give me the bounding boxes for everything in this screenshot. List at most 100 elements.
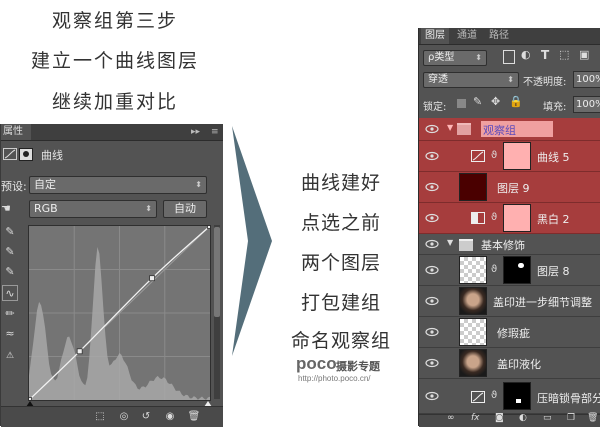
clipping-warning-icon[interactable]: ⚠ [2,348,18,364]
eyedropper-black-icon[interactable]: ✎ [2,224,18,240]
layer-row[interactable]: 盖印进一步细节调整 [419,286,600,317]
new-group-icon[interactable]: ▭ [543,413,552,423]
pencil-tool-icon[interactable]: ✏ [2,306,18,322]
clip-to-layer-icon[interactable]: ⬚ [93,410,107,424]
curve-point-tool-icon[interactable]: ∿ [2,285,18,301]
fx-icon[interactable]: fx [471,413,480,423]
eyedropper-gray-icon[interactable]: ✎ [2,244,18,260]
lock-transparent-icon[interactable] [457,99,466,108]
link-layers-icon[interactable]: ∞ [447,413,455,423]
eye-icon[interactable] [425,213,439,223]
eye-icon[interactable] [425,124,439,134]
filter-smart-icon[interactable]: ▣ [579,48,589,61]
hand-tool-icon[interactable]: ☚ [1,202,17,216]
properties-titlebar: 属性 ▸▸ ≡ [1,124,223,141]
scrollbar-thumb[interactable] [214,227,220,317]
eye-icon[interactable] [425,391,439,401]
layer-name[interactable]: 图层 9 [497,180,530,196]
curve-control-point[interactable] [149,275,155,282]
layer-row[interactable]: 盖印液化 [419,348,600,379]
add-mask-icon[interactable]: ◙ [495,413,504,423]
layer-thumbnail[interactable] [459,256,487,284]
layer-row[interactable]: ϑ 图层 8 [419,255,600,286]
portrait-thumbnail[interactable] [459,349,487,377]
layer-row[interactable]: 图层 9 [419,172,600,203]
layer-row[interactable]: ϑ 黑白 2 [419,203,600,234]
smooth-icon[interactable]: ≈ [2,326,18,342]
opacity-input[interactable]: 100% [573,71,600,88]
eye-icon[interactable] [425,358,439,368]
layer-row[interactable]: ϑ 压暗锁骨部分 [419,379,600,414]
reset-icon[interactable]: ↺ [139,410,153,424]
trash-icon[interactable]: 🗑 [187,410,201,424]
auto-button[interactable]: 自动 [163,200,207,218]
tab-paths[interactable]: 路径 [485,28,513,44]
eye-icon[interactable] [425,265,439,275]
expand-arrow-icon[interactable]: ▼ [447,123,453,132]
portrait-thumbnail[interactable] [459,287,487,315]
layer-name[interactable]: 盖印进一步细节调整 [493,294,592,310]
eye-icon[interactable] [425,239,439,249]
new-layer-icon[interactable]: ❐ [567,413,575,423]
layer-name[interactable]: 修瑕疵 [497,325,530,341]
filter-text-icon[interactable]: T [541,48,549,62]
curve-control-point[interactable] [207,223,213,229]
fill-input[interactable]: 100% [573,96,600,113]
filter-shape-icon[interactable]: ⬚ [559,48,569,61]
delete-layer-icon[interactable]: 🗑 [587,413,598,423]
eye-icon[interactable] [425,151,439,161]
eye-icon[interactable] [425,182,439,192]
blend-mode-value: 穿透 [428,74,448,85]
chain-link-icon[interactable]: ϑ [491,212,497,223]
layer-thumbnail[interactable] [459,173,487,201]
layer-mask-thumbnail[interactable] [503,204,531,232]
layer-name[interactable]: 基本修饰 [481,237,525,253]
blend-mode-select[interactable]: 穿透 ⬍ [423,72,519,88]
eyedropper-white-icon[interactable]: ✎ [2,264,18,280]
eye-icon[interactable] [425,327,439,337]
eye-icon[interactable] [425,296,439,306]
curves-graph-svg[interactable] [26,223,213,403]
expand-arrow-icon[interactable]: ▼ [447,238,453,247]
layer-name[interactable]: 图层 8 [537,263,570,279]
properties-tab[interactable]: 属性 [1,124,31,140]
layer-mask-thumbnail[interactable] [503,256,531,284]
layer-row[interactable]: ▼ 基本修饰 [419,234,600,255]
properties-scrollbar[interactable] [214,225,220,399]
new-adjustment-icon[interactable]: ◐ [519,413,527,423]
filter-pixel-icon[interactable] [503,50,515,64]
layer-mask-thumbnail[interactable] [503,142,531,170]
tab-layers[interactable]: 图层 [421,28,449,44]
tab-channels[interactable]: 通道 [453,28,481,44]
preset-select[interactable]: 自定 ⬍ [29,176,207,194]
properties-panel: 属性 ▸▸ ≡ 曲线 预设: 自定 ⬍ ☚ RGB ⬍ 自动 ✎ ✎ ✎ ∿ ✏… [0,124,223,427]
collapse-icon[interactable]: ▸▸ [191,126,200,138]
lock-paint-icon[interactable]: ✎ [473,95,482,108]
lock-move-icon[interactable]: ✥ [491,95,500,108]
mask-icon[interactable] [19,148,33,161]
filter-value: ρ类型 [428,52,455,63]
panel-menu-icon[interactable]: ≡ [211,126,219,138]
chain-link-icon[interactable]: ϑ [491,390,497,401]
layer-name[interactable]: 压暗锁骨部分 [537,390,600,406]
chain-link-icon[interactable]: ϑ [491,150,497,161]
layer-name[interactable]: 盖印液化 [497,356,541,372]
layer-row[interactable]: 修瑕疵 [419,317,600,348]
curves-graph[interactable] [26,223,213,403]
layer-row[interactable]: ▼ 观察组 [419,118,600,141]
layer-filter-select[interactable]: ρ类型 ⬍ [423,50,487,66]
lock-all-icon[interactable]: 🔒 [509,95,523,108]
visibility-eye-icon[interactable]: ◉ [163,410,177,424]
filter-adjust-icon[interactable]: ◐ [521,48,531,61]
layer-name[interactable]: 观察组 [481,121,553,137]
curve-control-point[interactable] [26,397,32,403]
layer-name[interactable]: 曲线 5 [537,149,570,165]
layer-name[interactable]: 黑白 2 [537,211,570,227]
chain-link-icon[interactable]: ϑ [491,264,497,275]
curve-control-point[interactable] [76,348,83,355]
layer-mask-thumbnail[interactable] [503,382,531,410]
layer-thumbnail[interactable] [459,318,487,346]
view-previous-icon[interactable]: ◎ [117,410,131,424]
layer-row[interactable]: ϑ 曲线 5 [419,141,600,172]
channel-select[interactable]: RGB ⬍ [29,200,157,218]
